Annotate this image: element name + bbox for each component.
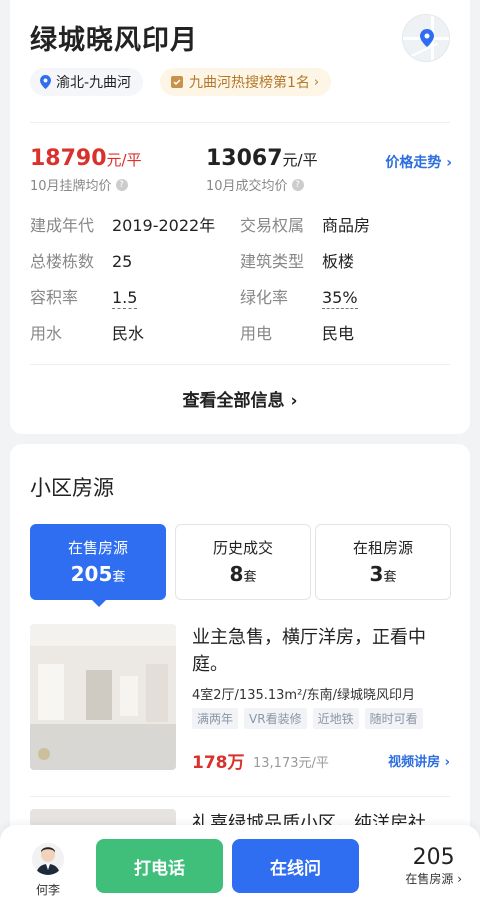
chevron-right-icon: ›	[444, 755, 450, 770]
tab-label: 在租房源	[352, 539, 413, 557]
deal-price-value: 13067	[206, 146, 283, 171]
tab-count-unit: 套	[383, 570, 397, 585]
video-tour-label: 视频讲房	[388, 755, 441, 770]
section-title: 小区房源	[30, 476, 114, 500]
info-value[interactable]: 1.5	[112, 288, 138, 309]
help-icon[interactable]: ?	[115, 178, 128, 191]
view-all-info-link[interactable]: 查看全部信息 ›	[10, 386, 470, 411]
listing-unit-price: 13,173元/平	[253, 756, 329, 771]
tab-label: 在售房源	[67, 539, 128, 557]
online-chat-button[interactable]: 在线问	[232, 839, 359, 893]
community-summary-card: 绿城晓风印月 渝北-九曲河 九曲河热搜榜第1名 › 18790元/平 10月挂牌…	[10, 0, 470, 434]
tab-count: 205	[70, 562, 113, 586]
info-value: 25	[112, 252, 133, 271]
help-icon[interactable]: ?	[291, 178, 304, 191]
listing-price: 178万	[192, 753, 245, 773]
tab-for-rent[interactable]: 在租房源 3套	[315, 524, 451, 600]
listing-tag: VR看装修	[244, 708, 307, 729]
tab-history-deals[interactable]: 历史成交 8套	[175, 524, 311, 600]
tab-count: 8	[229, 562, 244, 586]
info-value[interactable]: 35%	[322, 288, 358, 309]
info-key: 交易权属	[240, 216, 305, 235]
info-key: 建成年代	[30, 216, 95, 235]
rank-tag[interactable]: 九曲河热搜榜第1名 ›	[160, 68, 332, 96]
info-electricity: 用电 民电	[240, 320, 354, 344]
info-water: 用水 民水	[30, 320, 144, 344]
location-tag-label: 渝北-九曲河	[56, 75, 132, 91]
tab-label: 历史成交	[212, 539, 273, 557]
info-key: 容积率	[30, 288, 79, 307]
listing-price-block: 18790元/平 10月挂牌均价 ?	[30, 146, 142, 194]
bottom-action-bar: 何李 打电话 在线问 205 在售房源 ›	[0, 825, 480, 907]
price-trend-link[interactable]: 价格走势 ›	[385, 152, 452, 172]
chevron-right-icon: ›	[457, 872, 462, 886]
call-button[interactable]: 打电话	[96, 839, 223, 893]
agent-avatar[interactable]	[32, 843, 64, 875]
info-building-count: 总楼栋数 25	[30, 248, 132, 272]
listing-tags: 满两年 VR看装修 近地铁 随时可看	[192, 708, 423, 729]
listing-tag: 满两年	[192, 708, 239, 729]
listing-title: 业主急售，横厅洋房，正看中庭。	[192, 627, 426, 675]
chevron-right-icon: ›	[290, 391, 298, 411]
listing-photo[interactable]	[30, 624, 176, 770]
deal-price-block: 13067元/平 10月成交均价 ?	[206, 146, 318, 194]
location-icon	[40, 75, 51, 89]
tab-for-sale[interactable]: 在售房源 205套	[30, 524, 166, 607]
listing-price-value: 18790	[30, 146, 107, 171]
info-key: 用电	[240, 324, 273, 343]
deal-price-label: 10月成交均价	[206, 179, 288, 194]
info-value: 2019-2022年	[112, 216, 216, 235]
info-building-type: 建筑类型 板楼	[240, 248, 354, 272]
chevron-right-icon: ›	[313, 74, 320, 90]
info-value: 民水	[112, 324, 145, 343]
listing-tag: 随时可看	[364, 708, 423, 729]
chevron-right-icon: ›	[446, 155, 452, 171]
for-sale-count-link[interactable]: 205 在售房源 ›	[405, 845, 462, 887]
listing-item[interactable]: 业主急售，横厅洋房，正看中庭。 4室2厅/135.13m²/东南/绿城晓风印月 …	[30, 624, 450, 773]
info-value: 商品房	[322, 216, 371, 235]
for-sale-count: 205	[412, 845, 455, 870]
tab-count-unit: 套	[243, 570, 257, 585]
info-ownership: 交易权属 商品房	[240, 212, 370, 236]
info-key: 绿化率	[240, 288, 289, 307]
info-value: 板楼	[322, 252, 355, 271]
price-trend-label: 价格走势	[385, 155, 442, 171]
location-pin-icon	[420, 29, 434, 47]
community-name: 绿城晓风印月	[30, 25, 198, 56]
map-thumbnail[interactable]	[402, 14, 450, 62]
tab-count: 3	[369, 562, 384, 586]
divider	[30, 796, 450, 797]
listing-tag: 近地铁	[312, 708, 359, 729]
view-all-info-label: 查看全部信息	[182, 391, 285, 411]
listing-description: 4室2厅/135.13m²/东南/绿城晓风印月	[192, 688, 416, 703]
video-tour-link[interactable]: 视频讲房 ›	[388, 751, 450, 770]
agent-name: 何李	[35, 883, 60, 897]
info-key: 建筑类型	[240, 252, 305, 271]
divider	[30, 122, 450, 123]
deal-price-unit: 元/平	[282, 151, 318, 169]
location-tag[interactable]: 渝北-九曲河	[30, 68, 144, 96]
info-build-year: 建成年代 2019-2022年	[30, 212, 215, 236]
rank-badge-icon	[170, 75, 184, 89]
agent-profile[interactable]: 何李	[30, 843, 66, 898]
info-plot-ratio: 容积率 1.5	[30, 284, 138, 309]
info-green-rate: 绿化率 35%	[240, 284, 358, 309]
divider	[30, 364, 450, 365]
tab-count-unit: 套	[112, 570, 126, 585]
info-key: 总楼栋数	[30, 252, 95, 271]
info-value: 民电	[322, 324, 355, 343]
for-sale-count-label: 在售房源	[405, 872, 454, 886]
listing-price-unit: 元/平	[106, 151, 142, 169]
info-key: 用水	[30, 324, 63, 343]
rank-tag-label: 九曲河热搜榜第1名	[189, 75, 310, 91]
listing-price-label: 10月挂牌均价	[30, 179, 112, 194]
